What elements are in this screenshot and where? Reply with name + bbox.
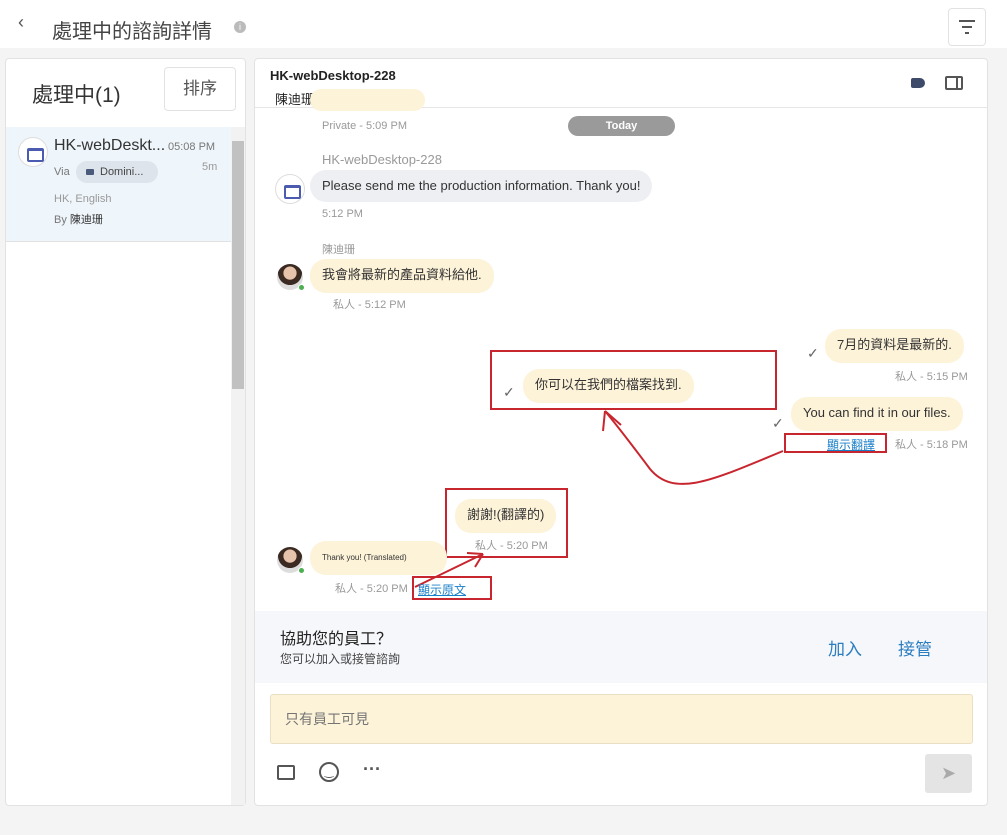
assigned-agent: By 陳迪珊 (54, 214, 103, 226)
message-meta: 私人 - 5:20 PM (335, 583, 408, 595)
scrollbar[interactable] (231, 127, 245, 805)
list-item[interactable]: HK-webDeskt... 05:08 PM Via Domini... 5m… (6, 127, 231, 242)
back-icon[interactable]: ‹ (18, 12, 24, 33)
web-channel-icon (18, 137, 48, 167)
assist-title: 協助您的員工？ (280, 631, 393, 648)
filter-icon (959, 20, 975, 22)
tag-icon (86, 169, 94, 175)
assist-subtitle: 您可以加入或接管諮詢 (280, 652, 401, 666)
filter-button[interactable] (948, 8, 986, 46)
conversation-list: 處理中(1) 排序 HK-webDeskt... 05:08 PM Via Do… (5, 58, 246, 806)
conversation-time: 05:08 PM (168, 141, 216, 153)
annotation-arrows (414, 410, 784, 588)
elapsed-time: 5m (202, 161, 218, 173)
sort-button[interactable]: 排序 (164, 67, 236, 111)
canned-response-icon[interactable] (277, 765, 295, 780)
assist-banner: 協助您的員工？ 您可以加入或接管諮詢 加入 接管 (255, 611, 987, 683)
message-bubble: 謝謝!(翻譯的) (455, 499, 557, 533)
conversation-name: HK-webDeskt... (54, 137, 166, 154)
agent-avatar (277, 547, 305, 574)
info-icon[interactable]: i (234, 21, 246, 33)
page-title: 處理中的諮詢詳情 (52, 21, 212, 43)
message-meta: 私人 - 5:20 PM (475, 540, 548, 552)
join-button[interactable]: 加入 (828, 635, 862, 660)
message-bubble: Thank you! (Translated) (310, 541, 447, 575)
message-input[interactable] (270, 694, 973, 744)
send-icon: ➤ (940, 763, 957, 783)
more-icon[interactable]: ··· (363, 759, 381, 780)
takeover-button[interactable]: 接管 (898, 635, 932, 660)
top-bar: ‹ 處理中的諮詢詳情 i (0, 0, 1007, 48)
send-button[interactable]: ➤ (925, 754, 972, 793)
locale: HK, English (54, 193, 112, 205)
emoji-icon[interactable]: ‿ (319, 762, 339, 782)
list-title: 處理中(1) (32, 84, 121, 107)
show-original-link[interactable]: 顯示原文 (418, 581, 466, 598)
via-label: Via (54, 166, 70, 178)
chat-panel: HK-webDesktop-228 陳迪珊 Private - 5:09 PM … (254, 58, 988, 806)
